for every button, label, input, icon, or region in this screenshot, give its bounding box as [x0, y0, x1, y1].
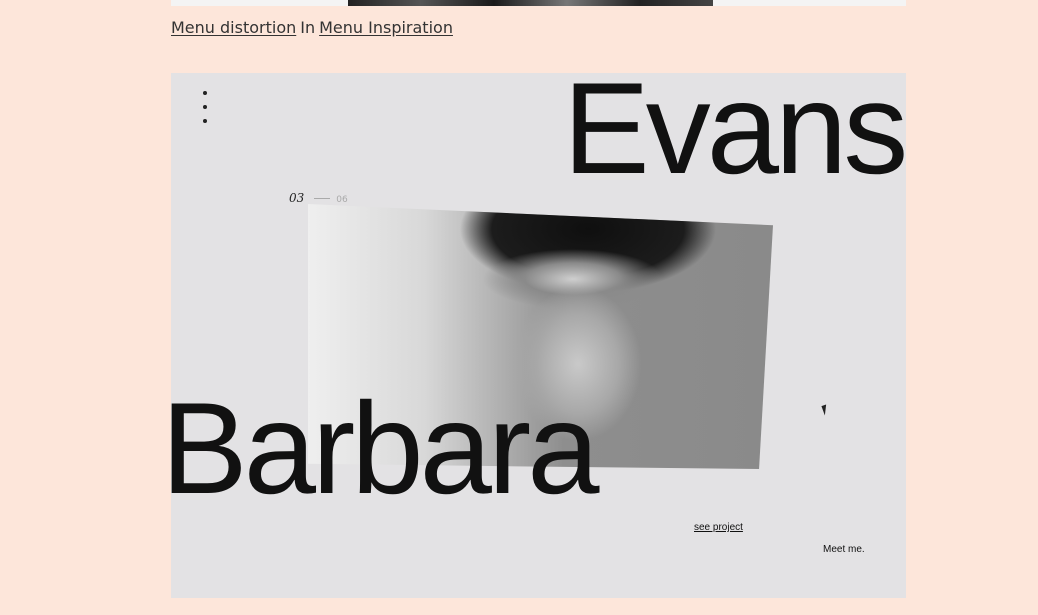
- title-firstname: Barbara: [171, 375, 599, 521]
- mouse-cursor-icon: [821, 404, 830, 416]
- menu-dots-icon[interactable]: [203, 91, 211, 133]
- menu-inspiration-link[interactable]: Menu Inspiration: [319, 18, 453, 37]
- meet-me-link[interactable]: Meet me.: [823, 544, 865, 555]
- menu-dot: [203, 105, 207, 109]
- showcase-preview[interactable]: Evans 03 06 Barbara see project Meet me.: [171, 73, 906, 598]
- previous-item-image-detail: [348, 0, 713, 6]
- menu-dot: [203, 119, 207, 123]
- see-project-link[interactable]: see project: [694, 522, 743, 533]
- menu-dot: [203, 91, 207, 95]
- item-caption: Menu distortion In Menu Inspiration: [171, 18, 453, 37]
- title-surname: Evans: [563, 73, 906, 201]
- menu-distortion-link[interactable]: Menu distortion: [171, 18, 296, 37]
- previous-item-image: [171, 0, 906, 6]
- counter-divider: [314, 198, 331, 199]
- counter-total: 06: [336, 195, 348, 205]
- slide-counter: 03 06: [289, 191, 348, 205]
- caption-separator: In: [300, 18, 316, 37]
- counter-current: 03: [289, 191, 305, 205]
